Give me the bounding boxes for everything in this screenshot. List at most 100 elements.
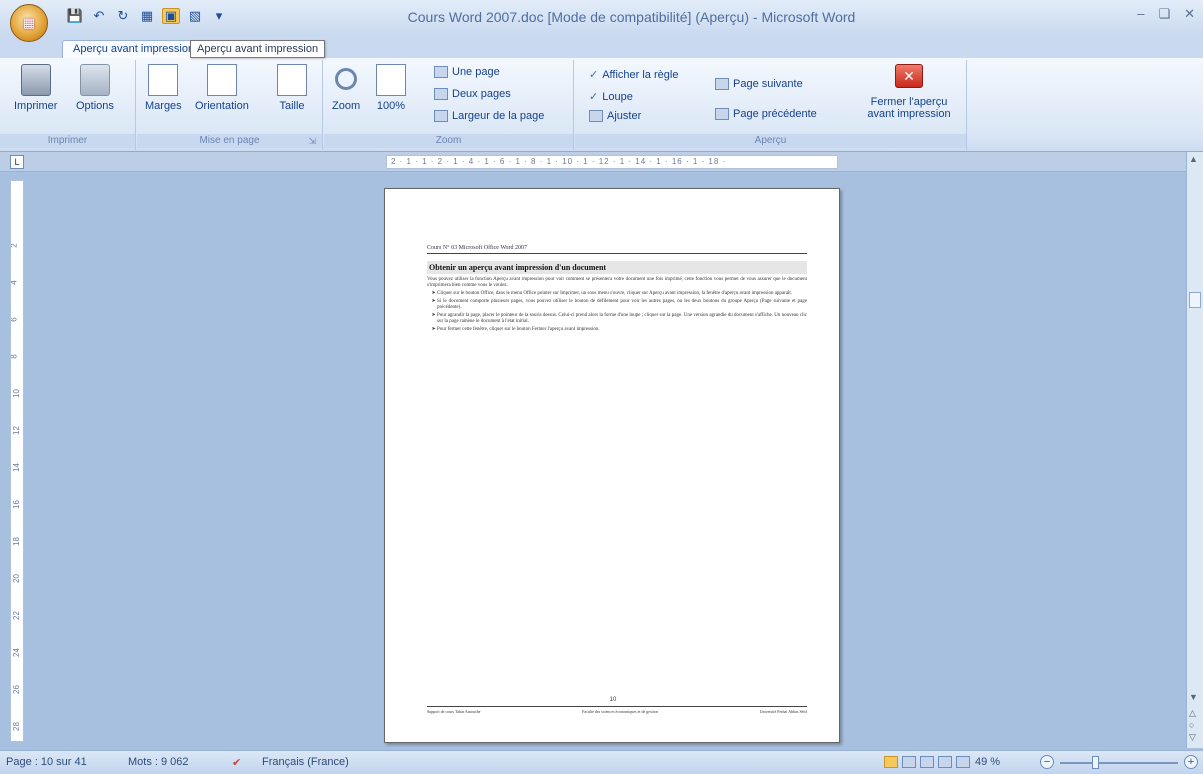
- ruler-tick-label: 14: [11, 463, 21, 472]
- scroll-up-icon[interactable]: ▲: [1189, 154, 1198, 164]
- tab-selector-icon[interactable]: L: [10, 155, 24, 169]
- horizontal-ruler[interactable]: 2 · 1 · 1 · 2 · 1 · 4 · 1 · 6 · 1 · 8 · …: [386, 155, 838, 169]
- previous-page-icon: [715, 108, 729, 120]
- office-logo-icon: ▦: [22, 15, 36, 30]
- intro-paragraph: Vous pouvez utiliser la fonction Aperçu …: [427, 277, 807, 288]
- options-icon: [79, 64, 110, 96]
- next-page-nav-icon[interactable]: ▽: [1189, 732, 1196, 743]
- scroll-thumb[interactable]: [1189, 292, 1201, 308]
- largeur-page-button[interactable]: Largeur de la page: [434, 110, 544, 122]
- ruler-tick-label: 10: [11, 389, 21, 398]
- page-header: Cours N° 03 Microsoft Office Word 2007: [427, 245, 807, 254]
- marges-button[interactable]: Marges: [145, 64, 182, 112]
- ruler-tick-label: 16: [11, 500, 21, 509]
- browse-object-icon[interactable]: ○: [1189, 720, 1194, 730]
- group-apercu: ✓ Afficher la règle ✓ Loupe Ajuster Page s…: [575, 60, 967, 150]
- page-footer: Support de cours Tahar Ainouche Faculté …: [427, 706, 807, 714]
- loupe-checkbox[interactable]: ✓ Loupe: [589, 90, 633, 104]
- proofing-icon[interactable]: ✔: [232, 756, 241, 769]
- size-icon: [277, 64, 307, 96]
- bullet-item: Pour fermer cette fenêtre, cliquer sur l…: [437, 327, 807, 333]
- web-layout-icon[interactable]: [920, 756, 934, 768]
- status-bar: Page : 10 sur 41 Mots : 9 062 ✔ Français…: [0, 750, 1203, 774]
- fermer-apercu-button[interactable]: ✕ Fermer l'aperçu avant impression: [857, 64, 961, 120]
- office-button[interactable]: ▦: [10, 4, 48, 42]
- minimize-icon[interactable]: –: [1137, 6, 1144, 22]
- magnifier-icon: [335, 68, 358, 90]
- footer-right: Université Ferhat Abbas Sétif: [759, 709, 807, 714]
- zoom-100-button[interactable]: 100%: [376, 64, 406, 112]
- next-page-icon: [715, 78, 729, 90]
- ruler-tick-label: 28: [11, 722, 21, 731]
- ruler-bar: L 2 · 1 · 1 · 2 · 1 · 4 · 1 · 6 · 1 · 8 …: [0, 152, 1203, 172]
- window-controls: – ❏ ✕: [1137, 6, 1195, 22]
- footer-left: Support de cours Tahar Ainouche: [427, 709, 481, 714]
- group-label: Mise en page: [137, 134, 322, 148]
- printer-icon: [20, 64, 51, 96]
- options-button[interactable]: Options: [76, 64, 114, 112]
- page-100-icon: [376, 64, 406, 96]
- checkmark-icon: ✓: [589, 91, 599, 103]
- tab-row: Aperçu avant impression ?: [0, 36, 1203, 90]
- view-buttons: [884, 756, 970, 768]
- orientation-icon: [206, 64, 237, 96]
- ruler-tick-label: 12: [11, 426, 21, 435]
- title-bar: 💾 ↶ ↻ ▦ ▣ ▧ ▾ Cours Word 2007.doc [Mode …: [0, 0, 1203, 36]
- afficher-regle-checkbox[interactable]: ✓ Afficher la règle: [589, 68, 678, 82]
- vertical-ruler[interactable]: 2 4 6 8 10 12 14 16 18 20 22 24 26 28: [10, 180, 24, 742]
- group-label: Zoom: [324, 134, 573, 148]
- close-preview-icon: ✕: [895, 64, 923, 88]
- page-number: 10: [609, 697, 617, 703]
- section-title: Obtenir un aperçu avant impression d'un …: [427, 261, 807, 274]
- page-counter[interactable]: Page : 10 sur 41: [6, 756, 87, 768]
- vertical-scrollbar[interactable]: ▲ ▼ △ ○ ▽: [1186, 152, 1203, 748]
- zoom-in-icon[interactable]: +: [1184, 755, 1198, 769]
- word-count[interactable]: Mots : 9 062: [128, 756, 189, 768]
- language[interactable]: Français (France): [262, 756, 349, 768]
- group-label: Aperçu: [575, 134, 966, 148]
- tab-print-preview[interactable]: Aperçu avant impression: [62, 40, 192, 58]
- ajuster-button[interactable]: Ajuster: [589, 110, 641, 122]
- page-suivante-button[interactable]: Page suivante: [715, 78, 803, 90]
- ruler-tick-label: 2: [10, 243, 19, 248]
- bullet-item: Si le document comporte plusieurs pages,…: [437, 299, 807, 311]
- draft-icon[interactable]: [956, 756, 970, 768]
- close-icon[interactable]: ✕: [1184, 6, 1195, 22]
- ruler-tick-label: 20: [11, 574, 21, 583]
- ruler-tick-label: 6: [10, 317, 19, 322]
- dialog-launcher-icon[interactable]: ⇲: [308, 136, 316, 147]
- group-zoom: Zoom 100% Une page Deux pages Largeur de…: [324, 60, 574, 150]
- ruler-tick-label: 26: [11, 685, 21, 694]
- scroll-down-icon[interactable]: ▼: [1189, 692, 1198, 702]
- group-imprimer: Imprimer Options Imprimer: [0, 60, 136, 150]
- taille-button[interactable]: Taille: [277, 64, 307, 112]
- page-precedente-button[interactable]: Page précédente: [715, 108, 817, 120]
- two-pages-icon: [434, 88, 448, 100]
- print-layout-icon[interactable]: [884, 756, 898, 768]
- ruler-tick-label: 8: [10, 354, 19, 359]
- document-page[interactable]: Cours N° 03 Microsoft Office Word 2007 O…: [384, 188, 840, 743]
- zoom-slider[interactable]: [1060, 762, 1178, 764]
- orientation-button[interactable]: Orientation: [195, 64, 249, 112]
- page-body: Vous pouvez utiliser la fonction Aperçu …: [427, 277, 807, 335]
- ruler-tick-label: 18: [11, 537, 21, 546]
- bullet-item: Pour agrandir la page, placer le pointeu…: [437, 313, 807, 325]
- ruler-tick-label: 24: [11, 648, 21, 657]
- group-mise-en-page: Marges Orientation Taille Mise en page ⇲: [137, 60, 323, 150]
- previous-page-nav-icon[interactable]: △: [1189, 708, 1196, 719]
- zoom-button[interactable]: Zoom: [332, 64, 360, 112]
- zoom-slider-thumb[interactable]: [1092, 756, 1099, 769]
- une-page-button[interactable]: Une page: [434, 66, 500, 78]
- page-width-icon: [434, 110, 448, 122]
- full-screen-reading-icon[interactable]: [902, 756, 916, 768]
- deux-pages-button[interactable]: Deux pages: [434, 88, 511, 100]
- group-label: Imprimer: [0, 134, 135, 148]
- one-page-icon: [434, 66, 448, 78]
- tooltip: Aperçu avant impression: [190, 40, 326, 58]
- zoom-level[interactable]: 49 %: [975, 756, 1000, 768]
- print-button[interactable]: Imprimer: [14, 64, 57, 112]
- zoom-out-icon[interactable]: −: [1040, 755, 1054, 769]
- outline-icon[interactable]: [938, 756, 952, 768]
- restore-icon[interactable]: ❏: [1158, 6, 1170, 22]
- bullet-item: Cliquer sur le bouton Office, dans le me…: [437, 291, 807, 297]
